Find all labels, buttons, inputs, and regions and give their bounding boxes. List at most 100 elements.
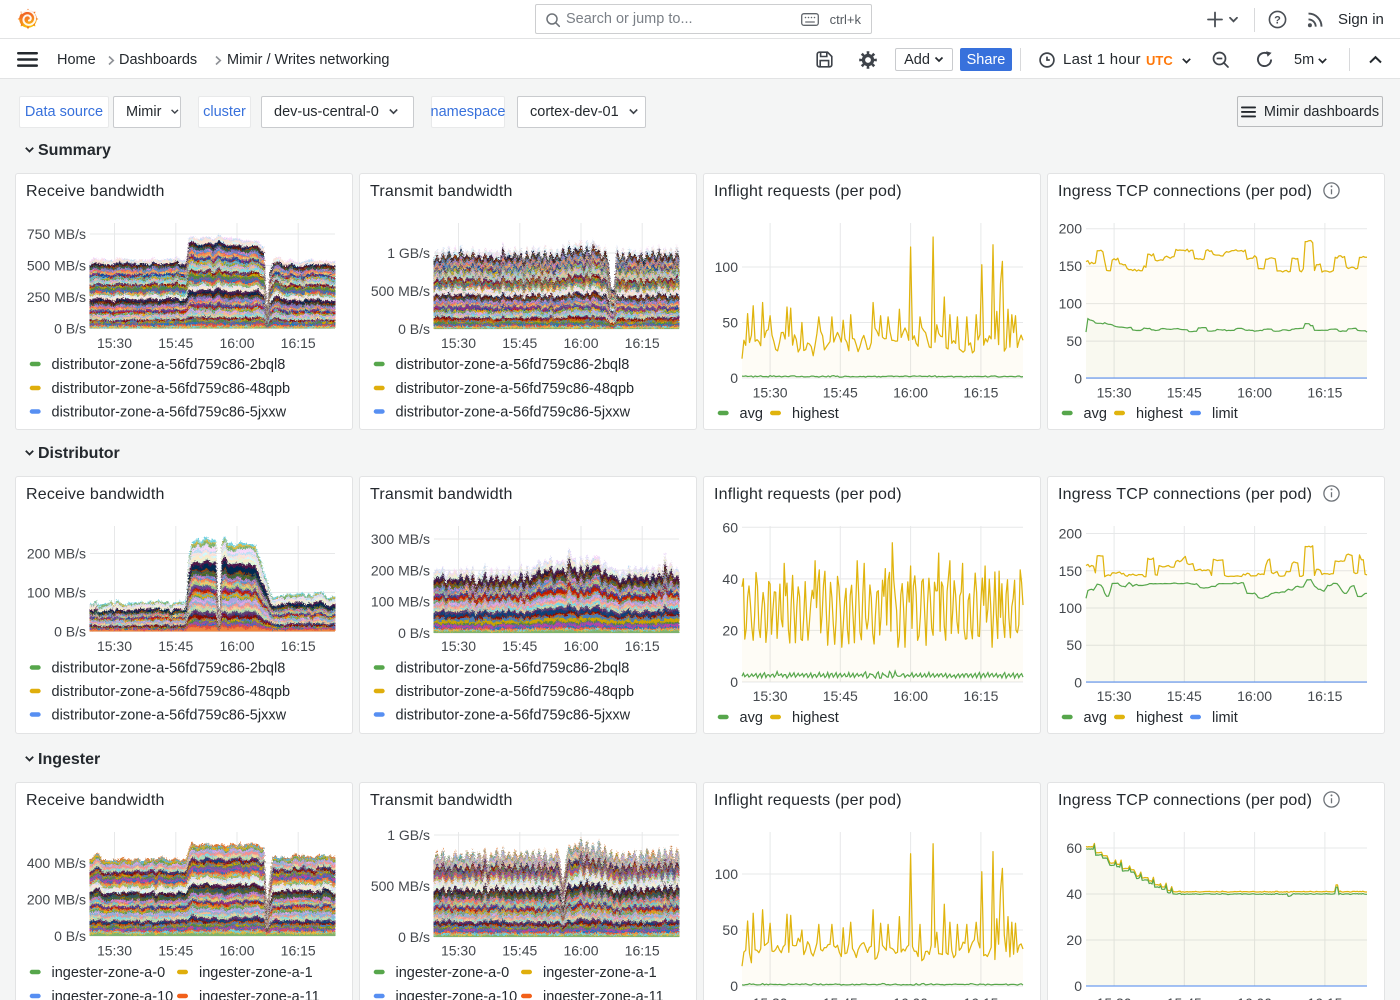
svg-text:15:45: 15:45	[158, 638, 193, 654]
svg-text:16:00: 16:00	[1237, 688, 1272, 704]
svg-text:100: 100	[1059, 600, 1083, 616]
svg-text:50: 50	[1066, 333, 1082, 349]
svg-text:15:30: 15:30	[753, 688, 788, 704]
svg-text:avg: avg	[1084, 406, 1107, 422]
svg-text:ingester-zone-a-1: ingester-zone-a-1	[543, 965, 657, 981]
svg-text:200: 200	[1059, 526, 1083, 542]
svg-text:Inflight requests (per pod): Inflight requests (per pod)	[714, 792, 902, 809]
svg-text:15:30: 15:30	[97, 943, 132, 959]
svg-text:0: 0	[1074, 371, 1082, 387]
svg-text:200: 200	[1059, 221, 1083, 237]
svg-text:0 B/s: 0 B/s	[398, 321, 430, 337]
svg-text:500 MB/s: 500 MB/s	[27, 258, 86, 274]
svg-text:16:15: 16:15	[281, 638, 316, 654]
svg-text:16:00: 16:00	[563, 943, 598, 959]
svg-text:0: 0	[1074, 978, 1082, 994]
svg-text:Ingress TCP connections (per p: Ingress TCP connections (per pod)	[1058, 792, 1312, 809]
svg-text:0 B/s: 0 B/s	[54, 624, 86, 640]
svg-text:60: 60	[722, 519, 738, 535]
svg-text:Transmit bandwidth: Transmit bandwidth	[370, 183, 513, 200]
svg-text:distributor-zone-a-56fd759c86-: distributor-zone-a-56fd759c86-5jxxw	[396, 707, 631, 723]
svg-text:500 MB/s: 500 MB/s	[371, 878, 430, 894]
svg-text:distributor-zone-a-56fd759c86-: distributor-zone-a-56fd759c86-2bql8	[52, 357, 286, 373]
svg-text:15:30: 15:30	[97, 638, 132, 654]
svg-text:15:30: 15:30	[97, 335, 132, 351]
svg-text:400 MB/s: 400 MB/s	[27, 855, 86, 871]
svg-text:avg: avg	[740, 406, 763, 422]
svg-text:16:00: 16:00	[563, 638, 598, 654]
svg-text:15:30: 15:30	[441, 943, 476, 959]
svg-text:500 MB/s: 500 MB/s	[371, 283, 430, 299]
svg-text:0: 0	[1074, 675, 1082, 691]
svg-text:15:45: 15:45	[1167, 385, 1202, 401]
svg-text:?: ?	[1274, 14, 1281, 26]
svg-text:100 MB/s: 100 MB/s	[27, 585, 86, 601]
svg-text:100: 100	[1059, 296, 1083, 312]
svg-text:ingester-zone-a-10: ingester-zone-a-10	[396, 989, 518, 1000]
svg-text:ingester-zone-a-10: ingester-zone-a-10	[52, 989, 174, 1000]
svg-text:16:00: 16:00	[219, 638, 254, 654]
svg-text:0: 0	[730, 370, 738, 386]
svg-text:15:30: 15:30	[441, 335, 476, 351]
svg-text:Inflight requests (per pod): Inflight requests (per pod)	[714, 486, 902, 503]
svg-text:300 MB/s: 300 MB/s	[371, 531, 430, 547]
svg-text:16:15: 16:15	[625, 943, 660, 959]
svg-text:Inflight requests (per pod): Inflight requests (per pod)	[714, 183, 902, 200]
svg-text:15:30: 15:30	[1097, 688, 1132, 704]
svg-text:16:15: 16:15	[963, 385, 998, 401]
svg-text:50: 50	[722, 922, 738, 938]
svg-text:100: 100	[715, 866, 739, 882]
svg-text:avg: avg	[1084, 710, 1107, 726]
svg-text:15:45: 15:45	[502, 943, 537, 959]
svg-text:16:00: 16:00	[1237, 995, 1272, 1000]
svg-text:16:00: 16:00	[219, 335, 254, 351]
svg-text:ingester-zone-a-11: ingester-zone-a-11	[199, 989, 320, 1000]
svg-text:distributor-zone-a-56fd759c86-: distributor-zone-a-56fd759c86-5jxxw	[52, 404, 287, 420]
svg-text:ingester-zone-a-0: ingester-zone-a-0	[396, 965, 510, 981]
svg-text:distributor-zone-a-56fd759c86-: distributor-zone-a-56fd759c86-48qpb	[396, 381, 635, 397]
svg-text:15:45: 15:45	[823, 385, 858, 401]
svg-text:Ingress TCP connections (per p: Ingress TCP connections (per pod)	[1058, 486, 1312, 503]
svg-text:16:15: 16:15	[625, 638, 660, 654]
svg-text:15:45: 15:45	[1167, 688, 1202, 704]
svg-text:highest: highest	[1136, 406, 1183, 422]
svg-text:Ingress TCP connections (per p: Ingress TCP connections (per pod)	[1058, 183, 1312, 200]
svg-text:15:30: 15:30	[441, 638, 476, 654]
svg-text:15:45: 15:45	[823, 995, 858, 1000]
svg-text:distributor-zone-a-56fd759c86-: distributor-zone-a-56fd759c86-5jxxw	[396, 404, 631, 420]
svg-text:15:45: 15:45	[823, 688, 858, 704]
svg-text:15:30: 15:30	[1097, 995, 1132, 1000]
svg-text:Transmit bandwidth: Transmit bandwidth	[370, 792, 513, 809]
svg-text:50: 50	[1066, 637, 1082, 653]
svg-text:limit: limit	[1212, 406, 1238, 422]
svg-text:16:00: 16:00	[219, 943, 254, 959]
svg-text:0 B/s: 0 B/s	[54, 928, 86, 944]
svg-text:highest: highest	[1136, 710, 1183, 726]
svg-text:1 GB/s: 1 GB/s	[387, 245, 430, 261]
svg-text:highest: highest	[792, 406, 839, 422]
svg-text:16:15: 16:15	[963, 688, 998, 704]
svg-text:200 MB/s: 200 MB/s	[27, 546, 86, 562]
svg-text:750 MB/s: 750 MB/s	[27, 226, 86, 242]
svg-text:250 MB/s: 250 MB/s	[27, 289, 86, 305]
svg-text:Receive bandwidth: Receive bandwidth	[26, 486, 165, 503]
svg-text:0 B/s: 0 B/s	[398, 625, 430, 641]
svg-text:20: 20	[722, 622, 738, 638]
svg-text:40: 40	[1066, 886, 1082, 902]
svg-text:100: 100	[715, 259, 739, 275]
svg-text:highest: highest	[792, 710, 839, 726]
svg-text:16:00: 16:00	[893, 688, 928, 704]
svg-text:distributor-zone-a-56fd759c86-: distributor-zone-a-56fd759c86-2bql8	[52, 660, 286, 676]
svg-text:15:45: 15:45	[1167, 995, 1202, 1000]
svg-text:distributor-zone-a-56fd759c86-: distributor-zone-a-56fd759c86-2bql8	[396, 660, 630, 676]
svg-text:15:45: 15:45	[502, 335, 537, 351]
svg-text:40: 40	[722, 571, 738, 587]
svg-text:16:00: 16:00	[1237, 385, 1272, 401]
svg-text:15:45: 15:45	[502, 638, 537, 654]
svg-text:avg: avg	[740, 710, 763, 726]
svg-text:150: 150	[1059, 258, 1083, 274]
svg-text:50: 50	[722, 315, 738, 331]
svg-text:ingester-zone-a-0: ingester-zone-a-0	[52, 965, 166, 981]
svg-text:Receive bandwidth: Receive bandwidth	[26, 792, 165, 809]
svg-text:0: 0	[730, 978, 738, 994]
